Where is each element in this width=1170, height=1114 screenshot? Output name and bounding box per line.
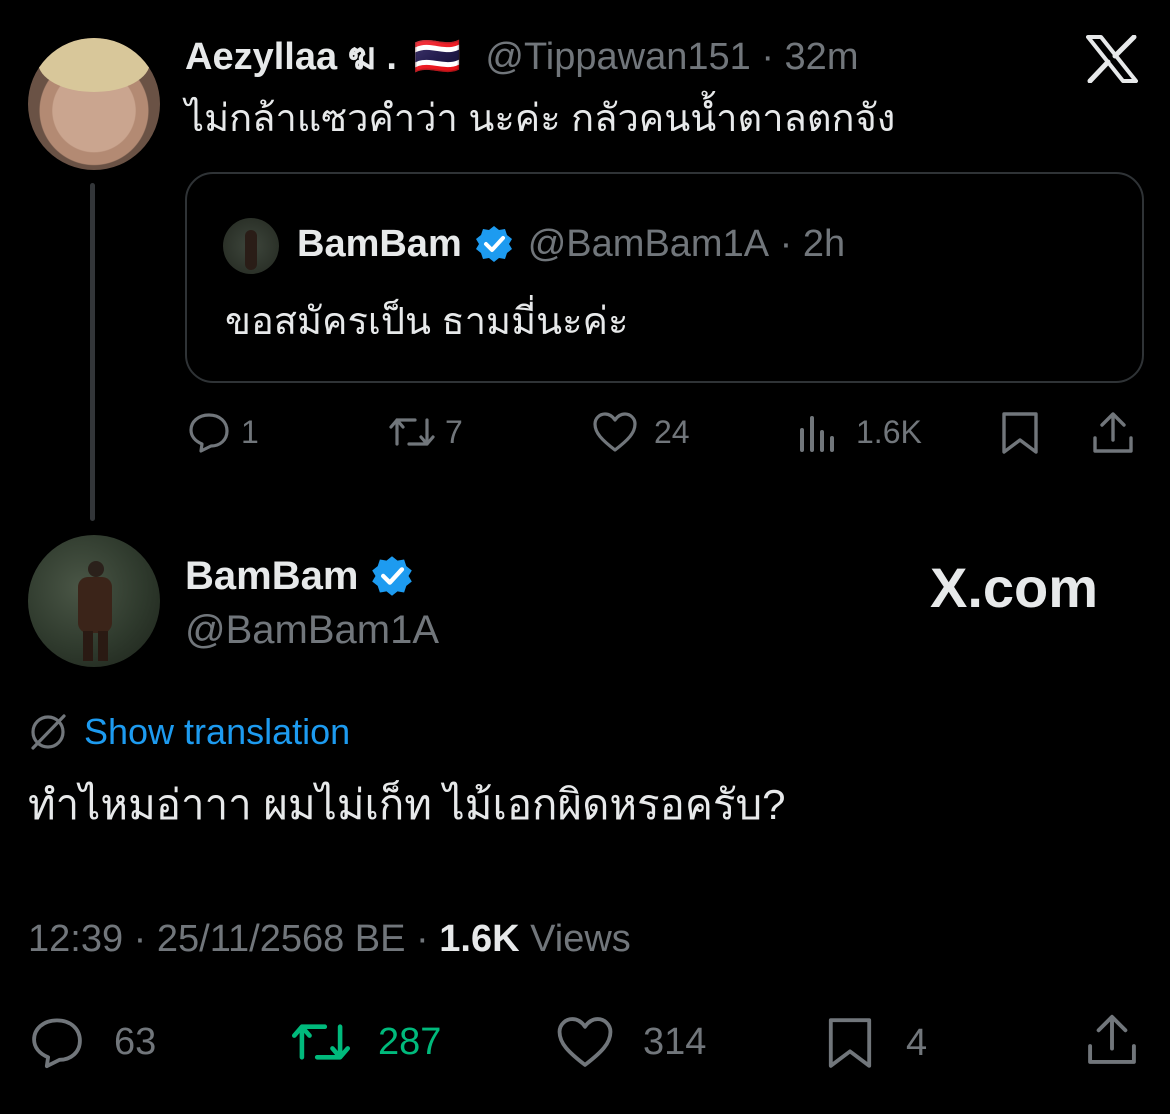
reply-text: ไม่กล้าแซวคำว่า นะค่ะ กลัวคนน้ำตาลตกจัง	[185, 98, 896, 140]
main-bookmark-count: 4	[906, 1021, 928, 1064]
heart-icon	[555, 1014, 615, 1070]
analytics-icon	[798, 410, 838, 454]
tweet-time[interactable]: 12:39	[28, 918, 123, 960]
thread-line	[90, 183, 95, 521]
show-translation-link[interactable]: Show translation	[28, 708, 350, 756]
reply-button[interactable]: 1	[187, 410, 259, 454]
main-display-name[interactable]: BamBam	[185, 552, 358, 600]
avatar-aezyllaa[interactable]	[28, 38, 160, 170]
main-tweet-text: ทำไหมอ่าาา ผมไม่เก็ท ไม้เอกผิดหรอครับ?	[28, 781, 786, 828]
quoted-display-name: BamBam	[297, 223, 462, 265]
main-handle[interactable]: @BamBam1A	[185, 606, 439, 654]
heart-icon	[592, 410, 638, 454]
repost-count: 7	[445, 413, 463, 450]
main-header: BamBam	[185, 552, 414, 600]
avatar-bambam[interactable]	[28, 535, 160, 667]
quoted-tweet-card[interactable]: BamBam @BamBam1A · 2h ขอสมัครเป็น ธามมี่…	[185, 172, 1144, 383]
like-count: 24	[654, 413, 690, 450]
like-button[interactable]: 24	[592, 410, 690, 454]
quoted-text: ขอสมัครเป็น ธามมี่นะค่ะ	[225, 301, 629, 343]
views-count: 1.6K	[439, 918, 520, 960]
timestamp[interactable]: 32m	[785, 36, 859, 78]
views-button[interactable]: 1.6K	[798, 410, 922, 454]
main-reply-count: 63	[114, 1020, 157, 1063]
brand-watermark: X.com	[930, 556, 1099, 619]
views-label: Views	[530, 918, 631, 960]
main-reply-button[interactable]: 63	[28, 1014, 156, 1070]
translate-icon	[28, 712, 68, 752]
flag-icon: 🇹🇭	[413, 36, 461, 78]
main-bookmark-button[interactable]: 4	[826, 1014, 927, 1072]
main-like-count: 314	[643, 1020, 707, 1063]
main-repost-count: 287	[378, 1020, 442, 1063]
bookmark-icon[interactable]	[1000, 410, 1040, 456]
verified-badge-icon	[370, 554, 414, 598]
repost-icon	[385, 410, 439, 454]
quoted-header: BamBam @BamBam1A · 2h	[297, 220, 845, 268]
comment-icon	[28, 1014, 86, 1070]
quoted-avatar	[223, 218, 279, 274]
view-count: 1.6K	[856, 413, 922, 450]
tweet-date[interactable]: 25/11/2568 BE	[157, 918, 406, 960]
repost-icon	[286, 1014, 356, 1070]
x-logo-icon[interactable]	[1086, 35, 1138, 83]
translate-label: Show translation	[84, 711, 351, 752]
quoted-handle: @BamBam1A	[527, 223, 770, 265]
main-repost-button[interactable]: 287	[286, 1014, 441, 1070]
separator-dot: ·	[750, 36, 785, 78]
separator-dot: ·	[769, 223, 803, 265]
share-icon[interactable]	[1090, 410, 1136, 456]
verified-badge-icon	[474, 224, 514, 264]
reply-header: Aezyllaa ฆ . 🇹🇭 @Tippawan151 · 32m	[185, 33, 858, 81]
reply-count: 1	[241, 413, 259, 450]
handle[interactable]: @Tippawan151	[485, 36, 750, 78]
main-like-button[interactable]: 314	[555, 1014, 706, 1070]
quoted-timestamp: 2h	[802, 223, 846, 265]
repost-button[interactable]: 7	[385, 410, 463, 454]
tweet-meta: 12:39 · 25/11/2568 BE · 1.6K Views	[28, 918, 631, 960]
comment-icon	[187, 410, 231, 454]
display-name[interactable]: Aezyllaa ฆ .	[185, 36, 397, 78]
bookmark-icon	[826, 1014, 874, 1072]
main-share-icon[interactable]	[1084, 1012, 1140, 1068]
